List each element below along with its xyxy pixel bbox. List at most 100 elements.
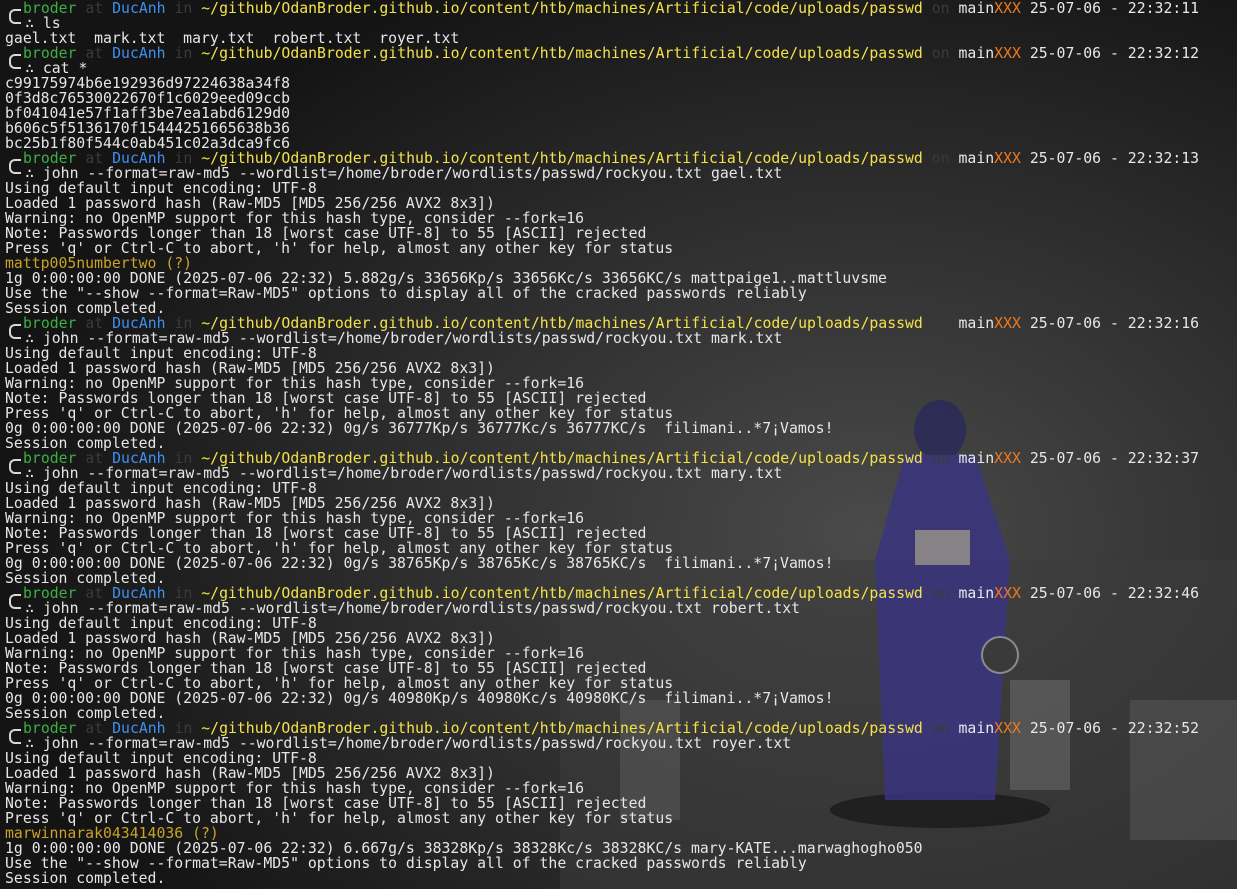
output-line: Warning: no OpenMP support for this hash… bbox=[5, 511, 585, 526]
output-line: bf041041e57f1aff3be7ea1abd6129d0 bbox=[5, 106, 291, 121]
prompt-bracket-bottom bbox=[9, 166, 21, 174]
prompt-in: in bbox=[174, 151, 193, 166]
output-line: 0g 0:00:00:00 DONE (2025-07-06 22:32) 0g… bbox=[5, 691, 834, 706]
output-line: Warning: no OpenMP support for this hash… bbox=[5, 376, 585, 391]
prompt-arrow: ∴ bbox=[25, 16, 34, 31]
output-line: Using default input encoding: UTF-8 bbox=[5, 616, 317, 631]
output-line: Session completed. bbox=[5, 301, 166, 316]
prompt-host: DucAnh bbox=[112, 316, 166, 331]
prompt-at: at bbox=[85, 451, 104, 466]
prompt-user: broder bbox=[23, 586, 77, 601]
git-status-flags: XXX bbox=[994, 151, 1021, 166]
prompt-on: on bbox=[931, 46, 950, 61]
prompt-bracket-bottom bbox=[9, 16, 21, 24]
prompt-timestamp: 25-07-06 - 22:32:52 bbox=[1029, 721, 1200, 736]
output-line: Session completed. bbox=[5, 871, 166, 886]
output-line: 0g 0:00:00:00 DONE (2025-07-06 22:32) 0g… bbox=[5, 556, 834, 571]
prompt-host: DucAnh bbox=[112, 46, 166, 61]
output-line: Loaded 1 password hash (Raw-MD5 [MD5 256… bbox=[5, 631, 495, 646]
prompt-path: ~/github/OdanBroder.github.io/content/ht… bbox=[201, 151, 923, 166]
prompt-path: ~/github/OdanBroder.github.io/content/ht… bbox=[201, 316, 923, 331]
prompt-on: on bbox=[931, 721, 950, 736]
prompt-host: DucAnh bbox=[112, 451, 166, 466]
prompt-timestamp: 25-07-06 - 22:32:12 bbox=[1029, 46, 1200, 61]
prompt-user: broder bbox=[23, 721, 77, 736]
prompt-path: ~/github/OdanBroder.github.io/content/ht… bbox=[201, 1, 923, 16]
output-line: Session completed. bbox=[5, 706, 166, 721]
cracked-password-line: mattp005numbertwo (?) bbox=[5, 256, 1237, 271]
prompt-timestamp: 25-07-06 - 22:32:13 bbox=[1029, 151, 1200, 166]
output-line: Press 'q' or Ctrl-C to abort, 'h' for he… bbox=[5, 406, 674, 421]
prompt-bracket-bottom bbox=[9, 61, 21, 69]
output-line: 1g 0:00:00:00 DONE (2025-07-06 22:32) 6.… bbox=[5, 841, 923, 856]
prompt-timestamp: 25-07-06 - 22:32:11 bbox=[1029, 1, 1200, 16]
output-line: Warning: no OpenMP support for this hash… bbox=[5, 211, 585, 226]
prompt-in: in bbox=[174, 1, 193, 16]
command-line: ∴ cat * bbox=[5, 61, 1237, 76]
prompt-branch: main bbox=[958, 151, 995, 166]
prompt-branch: main bbox=[958, 1, 995, 16]
output-line: gael.txt mark.txt mary.txt robert.txt ro… bbox=[5, 31, 460, 46]
output-line: Session completed. bbox=[5, 436, 166, 451]
command-text: ls bbox=[42, 16, 61, 31]
output-line: Loaded 1 password hash (Raw-MD5 [MD5 256… bbox=[5, 361, 495, 376]
prompt-bracket-top bbox=[9, 459, 21, 466]
prompt-path: ~/github/OdanBroder.github.io/content/ht… bbox=[201, 586, 923, 601]
prompt-line: broder at DucAnh in ~/github/OdanBroder.… bbox=[5, 151, 1237, 166]
command-text: john --format=raw-md5 --wordlist=/home/b… bbox=[42, 166, 783, 181]
prompt-user: broder bbox=[23, 1, 77, 16]
output-line: Press 'q' or Ctrl-C to abort, 'h' for he… bbox=[5, 241, 674, 256]
command-line: ∴ john --format=raw-md5 --wordlist=/home… bbox=[5, 601, 1237, 616]
prompt-host: DucAnh bbox=[112, 1, 166, 16]
output-line: Note: Passwords longer than 18 [worst ca… bbox=[5, 226, 647, 241]
prompt-line: broder at DucAnh in ~/github/OdanBroder.… bbox=[5, 46, 1237, 61]
cracked-password: marwinnarak043414036 (?) bbox=[5, 826, 219, 841]
command-text: john --format=raw-md5 --wordlist=/home/b… bbox=[42, 736, 792, 751]
output-line: Using default input encoding: UTF-8 bbox=[5, 346, 317, 361]
prompt-in: in bbox=[174, 721, 193, 736]
output-line: Session completed. bbox=[5, 571, 166, 586]
git-status-flags: XXX bbox=[994, 451, 1021, 466]
git-status-flags: XXX bbox=[994, 586, 1021, 601]
output-line: Use the "--show --format=Raw-MD5" option… bbox=[5, 286, 807, 301]
prompt-host: DucAnh bbox=[112, 586, 166, 601]
prompt-bracket-bottom bbox=[9, 736, 21, 744]
output-line: Loaded 1 password hash (Raw-MD5 [MD5 256… bbox=[5, 766, 495, 781]
prompt-timestamp: 25-07-06 - 22:32:37 bbox=[1029, 451, 1200, 466]
prompt-on: on bbox=[931, 586, 950, 601]
prompt-bracket-top bbox=[9, 729, 21, 736]
cracked-password-line: marwinnarak043414036 (?) bbox=[5, 826, 1237, 841]
prompt-on: on bbox=[931, 1, 950, 16]
prompt-at: at bbox=[85, 586, 104, 601]
prompt-bracket-bottom bbox=[9, 466, 21, 474]
prompt-bracket-bottom bbox=[9, 331, 21, 339]
prompt-branch: main bbox=[958, 451, 995, 466]
git-status-flags: XXX bbox=[994, 721, 1021, 736]
output-line: Note: Passwords longer than 18 [worst ca… bbox=[5, 526, 647, 541]
output-line: Use the "--show --format=Raw-MD5" option… bbox=[5, 856, 807, 871]
command-text: cat * bbox=[42, 61, 88, 76]
prompt-bracket-top bbox=[9, 159, 21, 166]
output-line: bc25b1f80f544c0ab451c02a3dca9fc6 bbox=[5, 136, 291, 151]
command-line: ∴ ls bbox=[5, 16, 1237, 31]
prompt-host: DucAnh bbox=[112, 151, 166, 166]
output-line: b606c5f5136170f15444251665638b36 bbox=[5, 121, 291, 136]
output-line: Press 'q' or Ctrl-C to abort, 'h' for he… bbox=[5, 676, 674, 691]
command-text: john --format=raw-md5 --wordlist=/home/b… bbox=[42, 466, 783, 481]
prompt-arrow: ∴ bbox=[25, 61, 34, 76]
command-text: john --format=raw-md5 --wordlist=/home/b… bbox=[42, 331, 783, 346]
prompt-bracket-bottom bbox=[9, 601, 21, 609]
prompt-path: ~/github/OdanBroder.github.io/content/ht… bbox=[201, 721, 923, 736]
terminal-output[interactable]: broder at DucAnh in ~/github/OdanBroder.… bbox=[5, 1, 1237, 889]
prompt-line: broder at DucAnh in ~/github/OdanBroder.… bbox=[5, 1, 1237, 16]
prompt-in: in bbox=[174, 46, 193, 61]
prompt-line: broder at DucAnh in ~/github/OdanBroder.… bbox=[5, 721, 1237, 736]
prompt-in: in bbox=[174, 586, 193, 601]
prompt-at: at bbox=[85, 721, 104, 736]
prompt-timestamp: 25-07-06 - 22:32:16 bbox=[1029, 316, 1200, 331]
prompt-in: in bbox=[174, 316, 193, 331]
output-line: 1g 0:00:00:00 DONE (2025-07-06 22:32) 5.… bbox=[5, 271, 887, 286]
output-line: Using default input encoding: UTF-8 bbox=[5, 751, 317, 766]
prompt-host: DucAnh bbox=[112, 721, 166, 736]
prompt-branch: main bbox=[958, 316, 995, 331]
